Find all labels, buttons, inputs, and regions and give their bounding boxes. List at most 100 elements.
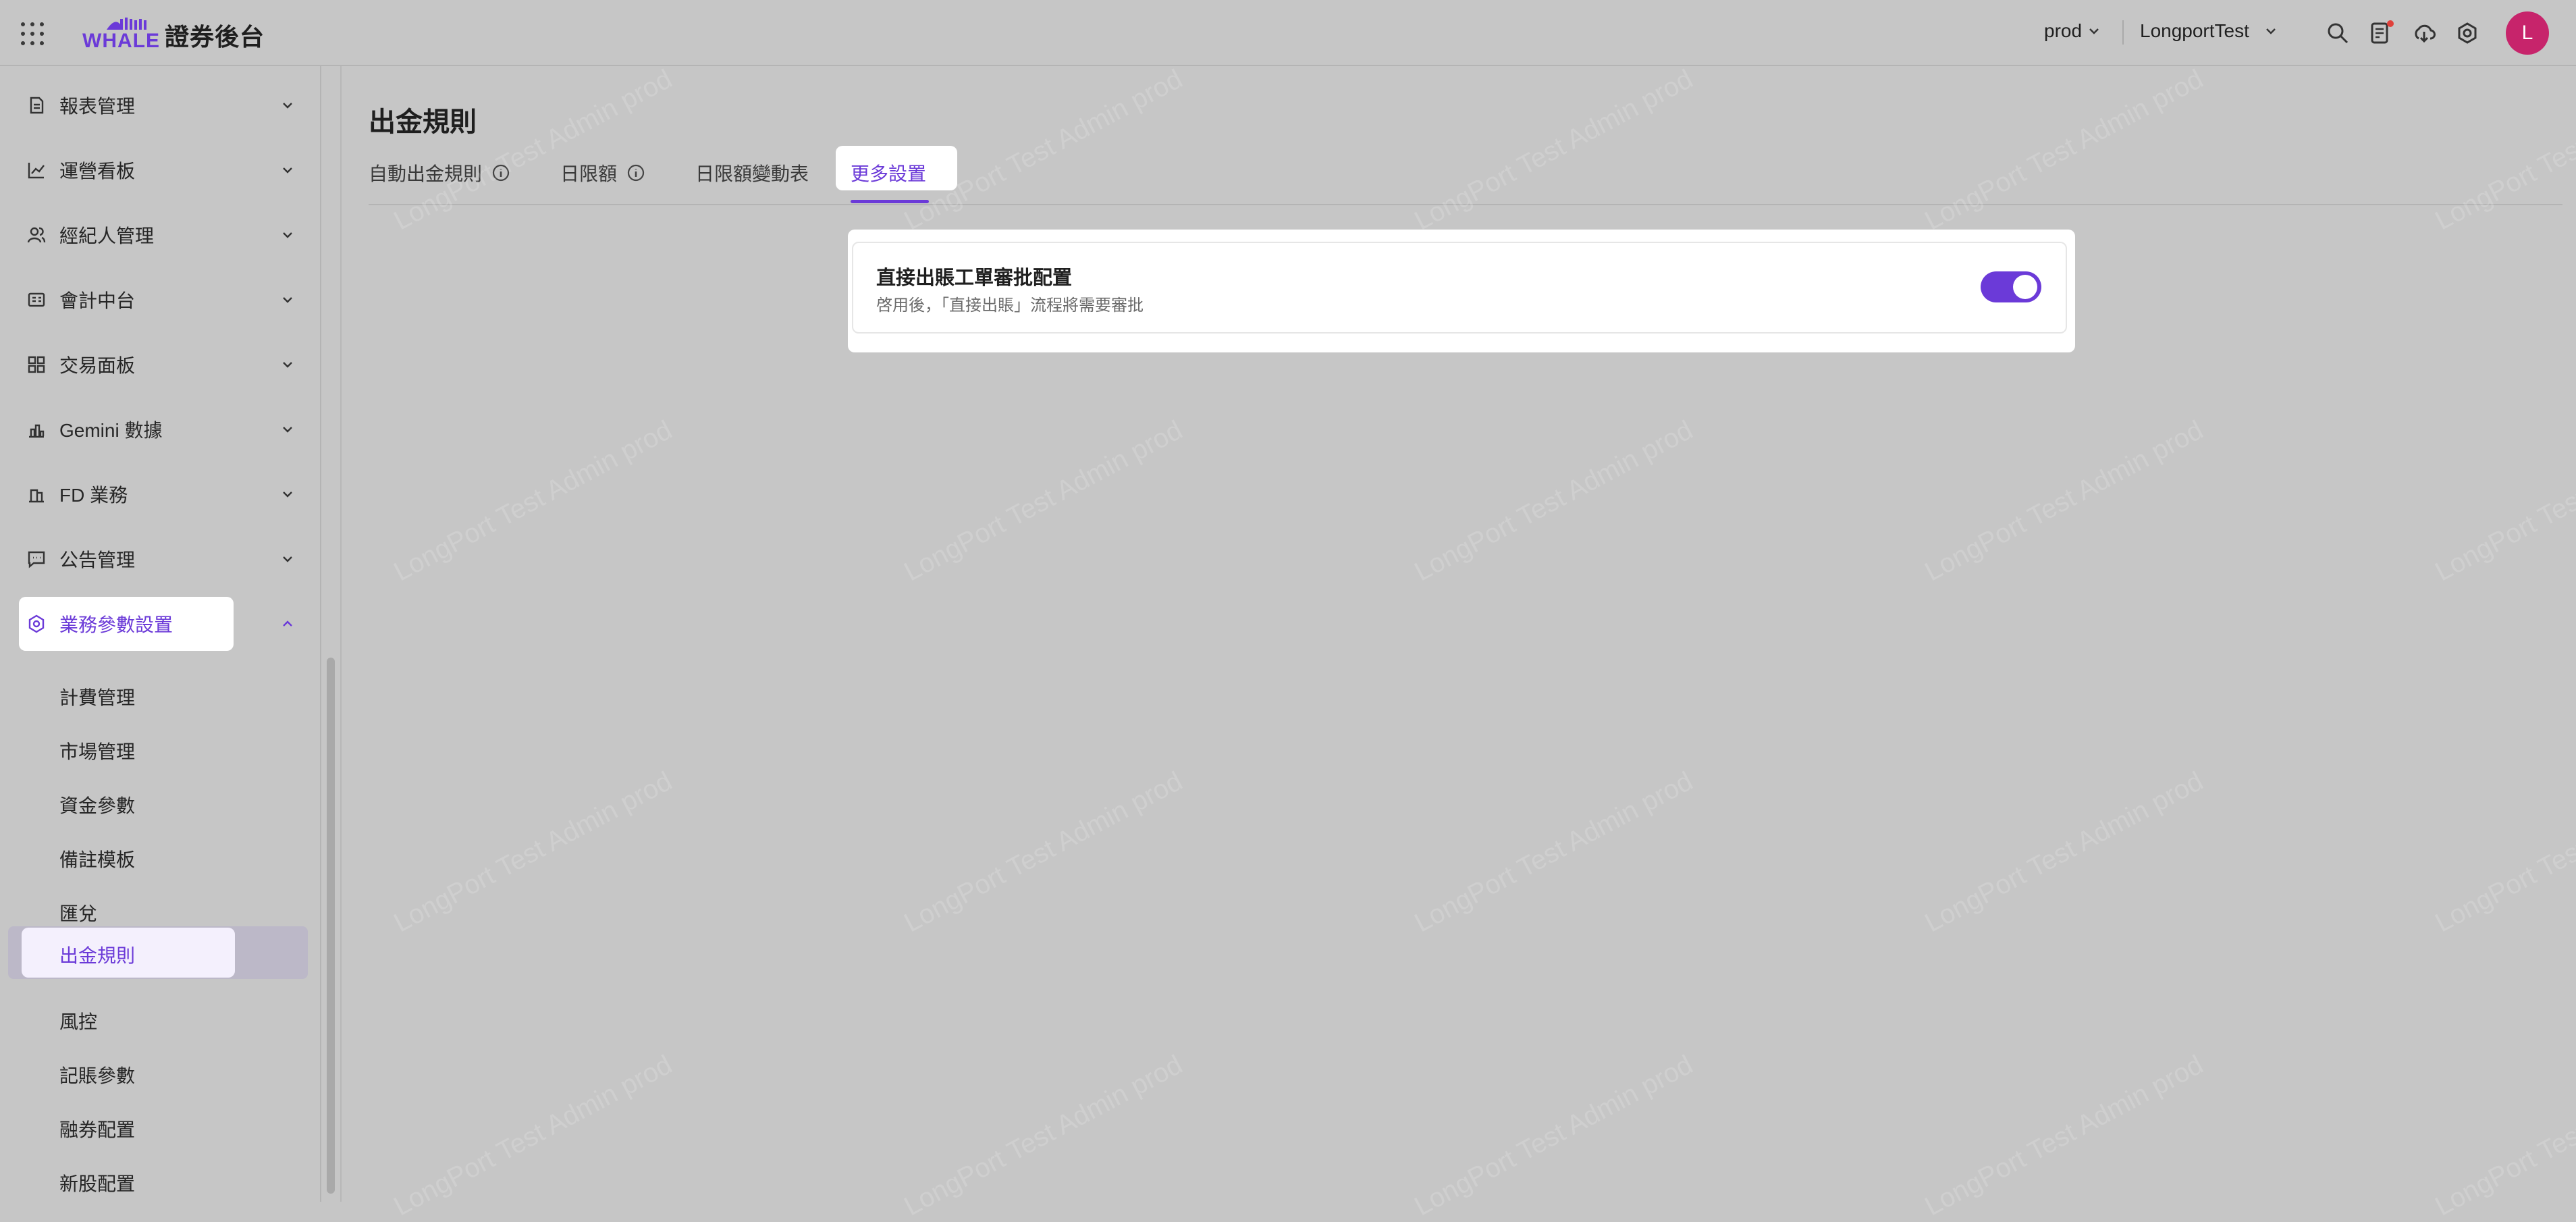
sidebar-subitem-label: 匯兌 (59, 903, 98, 924)
sidebar-subitem-label: 融券配置 (59, 1119, 136, 1140)
chevron-down-icon (283, 556, 292, 562)
users-icon (27, 227, 46, 243)
message-icon (28, 551, 45, 568)
chevron-up-icon (283, 620, 292, 627)
tab-bar: 自動出金規則 日限額 日限額變動表 更多設置 (369, 146, 2562, 205)
gear-icon (28, 614, 45, 633)
sidebar-item-label: 交易面板 (59, 355, 136, 376)
sidebar-item-trading[interactable]: 交易面板 (0, 338, 320, 392)
sidebar-item-fd[interactable]: FD 業務 (0, 467, 320, 521)
sidebar-subitem-securities-lending[interactable]: 融券配置 (0, 1102, 320, 1150)
chevron-down-icon (283, 167, 292, 174)
sidebar-item-brokers[interactable]: 經紀人管理 (0, 208, 320, 262)
sidebar-subitem-label: 記賬參數 (59, 1065, 136, 1086)
sidebar-subitem-label: 資金參數 (59, 795, 136, 816)
sidebar-subitem-ipo[interactable]: 新股配置 (0, 1156, 320, 1204)
tab-more-settings[interactable]: 更多設置 (851, 159, 926, 186)
tab-daily-limit[interactable]: 日限額 (560, 159, 645, 186)
header-divider (2122, 20, 2124, 45)
ledger-icon (28, 292, 45, 307)
tab-daily-limit-changes[interactable]: 日限額變動表 (695, 159, 809, 186)
watermark-text: LongPort Test Admin prod (899, 766, 1187, 938)
brand-logo[interactable]: WHALE (80, 15, 159, 52)
watermark-text: LongPort Test Admin prod (1920, 1049, 2208, 1222)
sidebar-subitem-note-templates[interactable]: 備註模板 (0, 832, 320, 880)
watermark-text: LongPort Test Admin prod (2430, 1050, 2576, 1222)
watermark-text: LongPort Test Admin prod (1410, 1049, 1698, 1222)
sidebar-subitem-label: 計費管理 (59, 687, 136, 708)
notification-dot (2387, 20, 2394, 27)
sidebar-item-label: 運營看板 (59, 161, 136, 182)
cloud-download-icon[interactable] (2413, 22, 2436, 45)
sidebar-item-label: Gemini 數據 (59, 420, 163, 441)
dashboard-icon (28, 356, 45, 373)
report-icon (30, 97, 44, 114)
sidebar-item-label: 公告管理 (59, 550, 136, 570)
sidebar-subitem-label: 出金規則 (59, 945, 136, 966)
sidebar-subitem-label: 風控 (59, 1011, 98, 1032)
tab-label: 日限額 (560, 163, 618, 184)
watermark-text: LongPort Test Admin prod (1920, 415, 2208, 587)
sidebar-subitem-label: 新股配置 (59, 1173, 136, 1194)
sidebar-item-label: FD 業務 (59, 485, 128, 506)
sidebar-item-accounting[interactable]: 會計中台 (0, 273, 320, 327)
watermark-text: LongPort Test Admin prod (899, 415, 1187, 587)
sidebar-subitem-fund-params[interactable]: 資金參數 (0, 778, 320, 826)
chevron-down-icon (2089, 28, 2099, 34)
search-icon[interactable] (2326, 22, 2349, 45)
approval-toggle-switch[interactable] (1981, 271, 2041, 302)
account-select-value: LongportTest (2140, 20, 2249, 41)
watermark-text: LongPort Test Admin prod (389, 766, 677, 938)
settings-icon[interactable] (2456, 22, 2479, 45)
active-tab-indicator (851, 200, 929, 203)
sidebar-item-announcements[interactable]: 公告管理 (0, 532, 320, 586)
watermark-text: LongPort Test Admin prod (1920, 766, 2208, 938)
env-select[interactable]: prod (2044, 20, 2101, 42)
sidebar-item-operations[interactable]: 運營看板 (0, 143, 320, 197)
sidebar-item-label: 會計中台 (59, 290, 136, 311)
sidebar-subitem-markets[interactable]: 市場管理 (0, 724, 320, 772)
sidebar-subitem-fees[interactable]: 計費管理 (0, 670, 320, 718)
sidebar-subitem-risk[interactable]: 風控 (0, 994, 320, 1042)
line-chart-icon (28, 163, 45, 179)
chevron-down-icon (283, 232, 292, 238)
watermark-text: LongPort Test Admin prod (2430, 766, 2576, 938)
setting-description: 啓用後，「直接出賬」流程將需要審批 (876, 296, 1144, 315)
page-title: 出金規則 (369, 107, 477, 137)
tab-label: 日限額變動表 (695, 163, 809, 184)
sidebar-item-reports[interactable]: 報表管理 (0, 78, 320, 132)
tab-label: 更多設置 (851, 163, 927, 184)
tab-label: 自動出金規則 (369, 163, 483, 184)
apps-grid-icon[interactable] (19, 20, 46, 47)
sidebar-subitem-bookkeeping[interactable]: 記賬參數 (0, 1048, 320, 1096)
tab-auto-withdrawal-rules[interactable]: 自動出金規則 (369, 159, 510, 186)
info-icon[interactable] (626, 163, 645, 182)
info-icon[interactable] (491, 163, 510, 182)
account-select[interactable]: LongportTest (2140, 20, 2278, 42)
sidebar-item-gemini[interactable]: Gemini 數據 (0, 402, 320, 456)
chevron-down-icon (283, 103, 292, 109)
sidebar-subitem-label: 備註模板 (59, 849, 136, 870)
watermark-text: LongPort Test Admin prod (899, 1049, 1187, 1222)
brand-title: 證券後台 (165, 23, 265, 51)
chevron-down-icon (2266, 28, 2276, 34)
toggle-knob (2013, 275, 2037, 299)
brand-logo-text: WHALE (82, 30, 160, 52)
watermark-text: LongPort Test Admin prod (1410, 766, 1698, 938)
chevron-down-icon (283, 492, 292, 498)
bar-chart-icon (29, 424, 45, 438)
user-avatar[interactable]: L (2506, 11, 2549, 55)
sidebar-subitem-label: 市場管理 (59, 741, 136, 762)
sidebar-scrollbar[interactable] (327, 658, 335, 1194)
top-bar: WHALE 證券後台 prod LongportTest L (0, 0, 2576, 66)
watermark-text: LongPort Test Admin prod (389, 415, 677, 587)
watermark-text: LongPort Test Admin prod (389, 1049, 677, 1222)
sidebar-item-business-params[interactable]: 業務參數設置 (0, 597, 320, 651)
chevron-down-icon (283, 427, 292, 433)
watermark-text: LongPort Test Admin prod (1410, 415, 1698, 587)
watermark-text: LongPort Test Admin prod (2430, 415, 2576, 587)
bank-icon (29, 489, 44, 503)
chevron-down-icon (283, 362, 292, 368)
setting-title: 直接出賬工單審批配置 (876, 267, 1073, 289)
sidebar-subitem-withdrawal-rules[interactable]: 出金規則 (0, 926, 320, 979)
